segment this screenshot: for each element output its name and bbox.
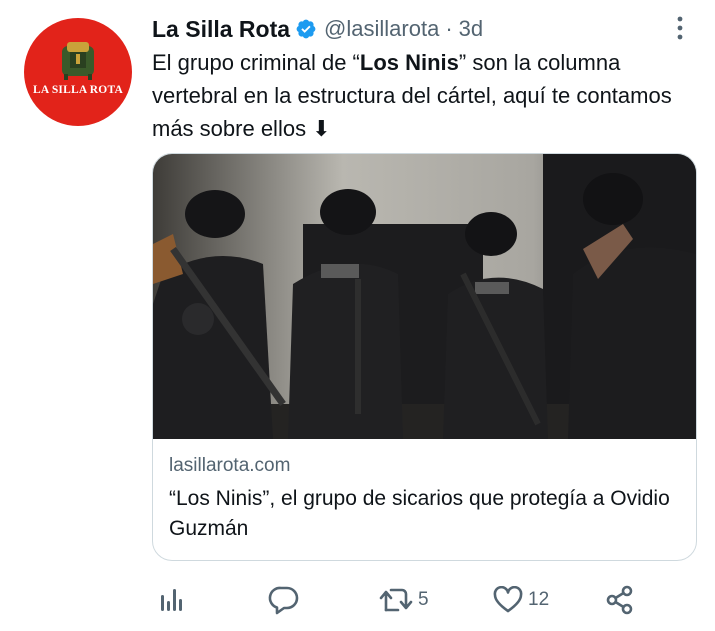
reply-icon: [268, 586, 299, 615]
card-image[interactable]: [153, 154, 696, 439]
chair-emblem-icon: [62, 42, 94, 80]
retweet-button[interactable]: 5: [378, 586, 429, 614]
tweet-text-start: El grupo criminal de “: [152, 50, 360, 75]
heart-icon: [493, 586, 523, 613]
armed-men-photo: [153, 154, 696, 439]
tweet-text-bold: Los Ninis: [359, 50, 459, 75]
share-button[interactable]: [605, 585, 635, 615]
tweet-text: El grupo criminal de “Los Ninis” son la …: [152, 46, 697, 145]
views-button[interactable]: [159, 587, 185, 613]
like-button[interactable]: 12: [492, 586, 549, 614]
retweet-count: 5: [418, 589, 429, 610]
avatar-logo-text: LA SILLA ROTA: [33, 84, 123, 96]
verified-badge-icon: [296, 19, 316, 39]
author-handle[interactable]: @lasillarota: [324, 16, 439, 42]
retweet-icon: [379, 588, 413, 612]
bar-chart-icon: [161, 589, 182, 611]
reply-button[interactable]: [268, 585, 300, 615]
avatar[interactable]: LA SILLA ROTA: [24, 18, 132, 126]
like-count: 12: [528, 589, 550, 610]
more-options-icon[interactable]: [668, 14, 692, 42]
separator-dot: ·: [445, 16, 453, 41]
share-icon: [606, 585, 633, 615]
timestamp[interactable]: 3d: [459, 16, 483, 42]
card-title[interactable]: “Los Ninis”, el grupo de sicarios que pr…: [169, 484, 684, 544]
author-name[interactable]: La Silla Rota: [152, 16, 290, 43]
link-card[interactable]: lasillarota.com “Los Ninis”, el grupo de…: [152, 153, 697, 561]
card-body[interactable]: lasillarota.com “Los Ninis”, el grupo de…: [169, 452, 684, 544]
card-domain[interactable]: lasillarota.com: [169, 452, 684, 480]
action-bar: 5 12: [0, 580, 715, 624]
tweet-header: La Silla Rota @lasillarota · 3d: [152, 14, 483, 44]
